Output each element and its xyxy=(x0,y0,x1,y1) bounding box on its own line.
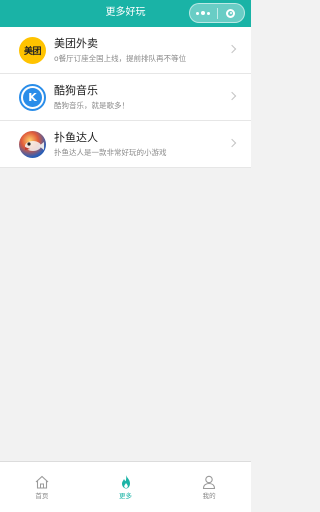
chevron-right-icon xyxy=(227,138,237,148)
target-close-icon[interactable] xyxy=(218,4,245,22)
list-item-meituan[interactable]: 美团 美团外卖 o餐厅订座全国上线，提前排队再不等位 xyxy=(0,27,251,74)
more-dots-icon[interactable] xyxy=(190,4,217,22)
item-title: 扑鱼达人 xyxy=(54,131,98,144)
tab-bar: 首页 更多 我的 xyxy=(0,461,251,512)
tab-label: 更多 xyxy=(119,492,132,500)
menu-capsule xyxy=(189,3,245,23)
home-icon xyxy=(35,475,49,489)
user-icon xyxy=(203,475,216,490)
app-screen: 更多好玩 美团 美团外卖 o餐厅订座全国上线，提前排队再不等位 K 酷狗音乐 酷… xyxy=(0,0,251,512)
tab-label: 我的 xyxy=(202,492,216,500)
fishing-game-icon xyxy=(19,131,46,158)
meituan-logo-text: 美团 xyxy=(23,47,42,57)
item-subtitle: 酷狗音乐，就是歌多！ xyxy=(54,101,129,110)
list-item-fishing[interactable]: 扑鱼达人 扑鱼达人是一款非常好玩的小游戏 xyxy=(0,121,251,168)
item-subtitle: 扑鱼达人是一款非常好玩的小游戏 xyxy=(54,148,167,157)
item-subtitle: o餐厅订座全国上线，提前排队再不等位 xyxy=(54,54,187,63)
nav-header: 更多好玩 xyxy=(0,0,251,27)
meituan-logo-icon: 美团 xyxy=(19,37,46,64)
tab-home[interactable]: 首页 xyxy=(0,462,84,512)
item-title: 美团外卖 xyxy=(54,37,98,50)
item-title: 酷狗音乐 xyxy=(54,84,98,97)
tab-label: 首页 xyxy=(35,492,49,500)
flame-icon xyxy=(121,475,130,489)
chevron-right-icon xyxy=(227,44,237,54)
tab-mine[interactable]: 我的 xyxy=(167,462,251,512)
kugou-logo-icon: K xyxy=(19,84,46,111)
list-item-kugou[interactable]: K 酷狗音乐 酷狗音乐，就是歌多！ xyxy=(0,74,251,121)
chevron-right-icon xyxy=(227,91,237,101)
tab-more[interactable]: 更多 xyxy=(84,462,168,512)
kugou-logo-text: K xyxy=(23,88,42,107)
app-list: 美团 美团外卖 o餐厅订座全国上线，提前排队再不等位 K 酷狗音乐 酷狗音乐，就… xyxy=(0,27,251,168)
